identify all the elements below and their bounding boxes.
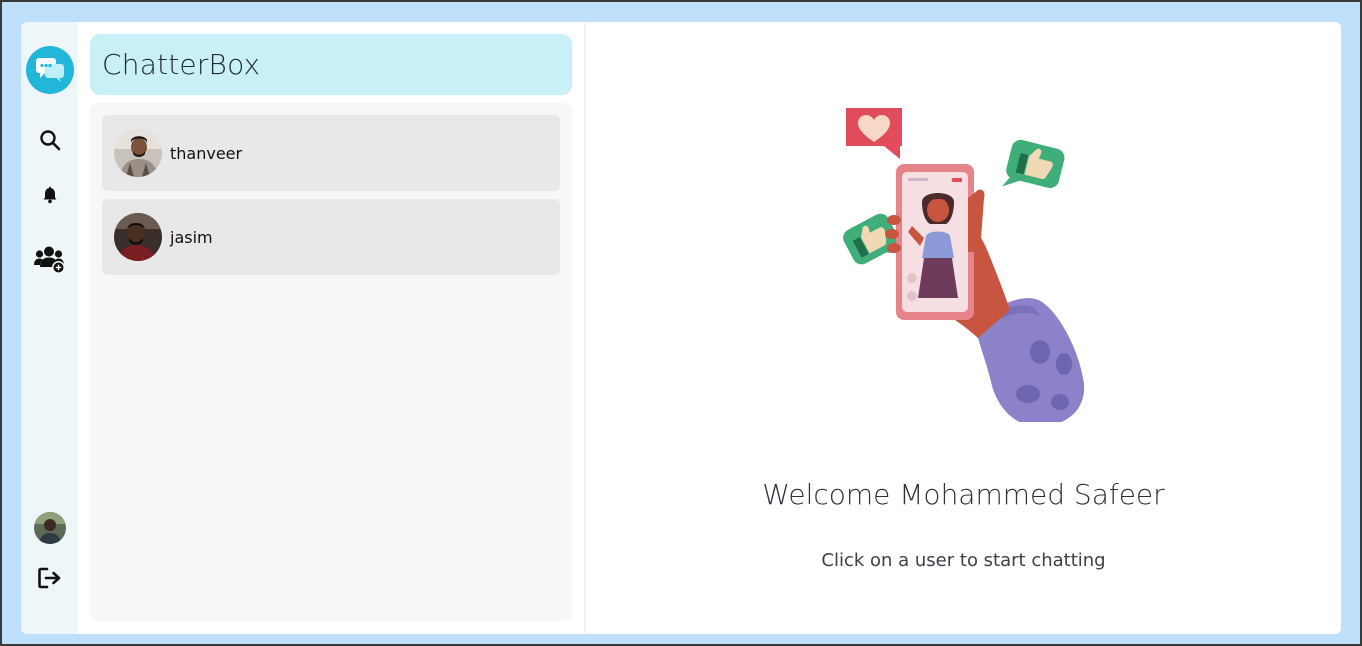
profile-avatar[interactable] [33,512,66,544]
user-name: thanveer [170,143,243,163]
search-icon [39,130,60,151]
sidebar-bottom [21,512,78,598]
create-group-button[interactable] [30,240,70,280]
welcome-hint: Click on a user to start chatting [821,550,1106,571]
search-button[interactable] [30,120,70,160]
app-header: ChatterBox [90,34,572,95]
logout-button[interactable] [30,558,70,598]
user-name: jasim [170,227,213,247]
user-list-panel: ChatterBox thanveer jasim [78,22,584,634]
user-item-jasim[interactable]: jasim [102,199,560,275]
app-window: ChatterBox thanveer jasim Welcome Mohamm… [21,22,1341,634]
avatar [114,129,162,177]
avatar [114,213,162,261]
notifications-button[interactable] [30,175,70,215]
group-add-icon [33,246,65,274]
logout-icon [37,567,60,589]
icon-sidebar [21,22,78,634]
welcome-panel: Welcome Mohammed Safeer Click on a user … [586,22,1341,634]
user-list: thanveer jasim [90,103,572,621]
user-item-thanveer[interactable]: thanveer [102,115,560,191]
bell-icon [43,186,56,204]
app-title: ChatterBox [102,48,261,81]
welcome-title: Welcome Mohammed Safeer [762,478,1165,511]
chat-logo-icon[interactable] [25,46,74,94]
phone-chat-illustration [843,108,1085,422]
